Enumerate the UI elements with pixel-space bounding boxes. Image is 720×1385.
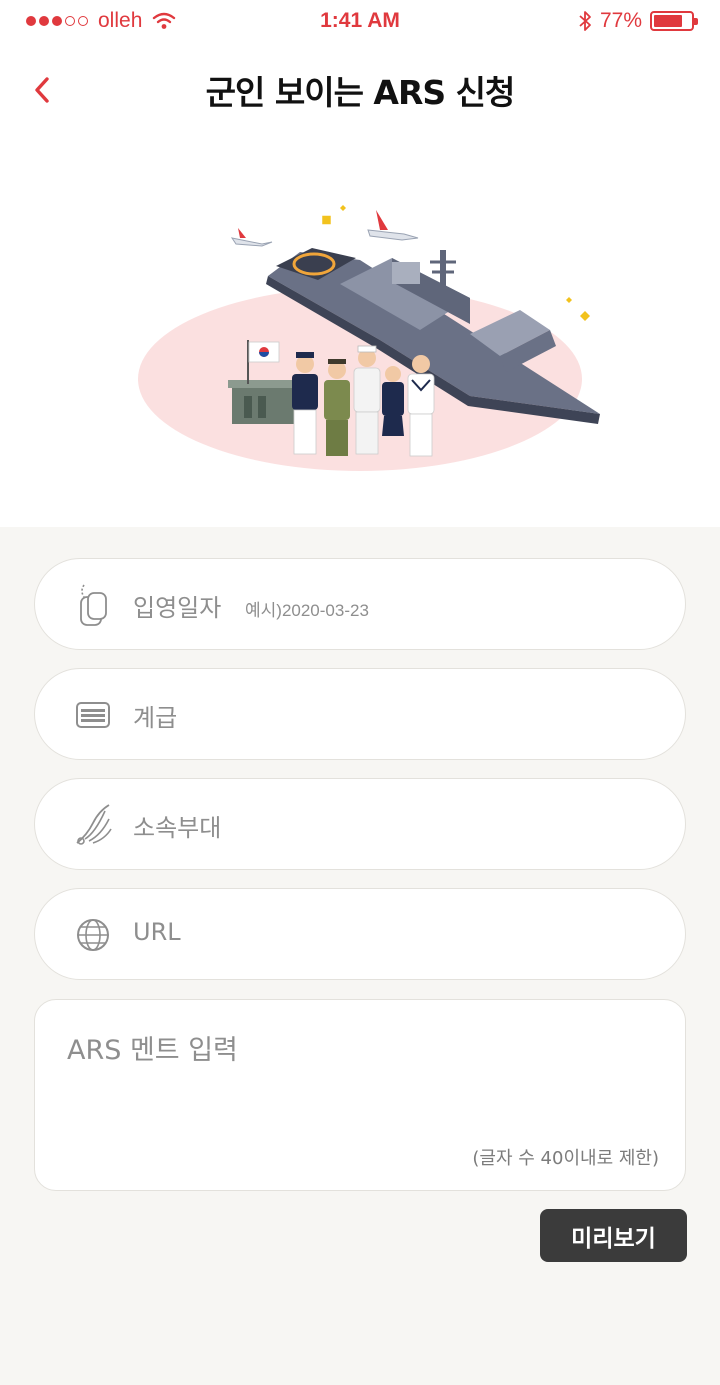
bluetooth-icon [578,10,592,32]
wing-icon [71,801,115,849]
enlist-date-field[interactable]: 입영일자 예시)2020-03-23 [34,558,686,650]
url-field[interactable]: URL [34,888,686,980]
fighter-jet-icon [230,228,273,247]
globe-icon [71,911,115,959]
preview-button[interactable]: 미리보기 [540,1209,687,1262]
unit-label: 소속부대 [133,814,222,842]
status-bar: olleh 1:41 AM 77% [0,0,720,44]
battery-icon [650,11,698,31]
status-right: 77% [578,9,698,33]
rank-label: 계급 [133,704,178,732]
enlist-date-hint: 예시)2020-03-23 [245,601,369,620]
rank-icon [71,691,115,739]
app-header: 군인 보이는 ARS 신청 [0,44,720,134]
unit-field[interactable]: 소속부대 [34,778,686,870]
hero-illustration [0,134,720,527]
ars-message-textarea[interactable]: ARS 멘트 입력 (글자 수 40이내로 제한) [34,999,686,1191]
application-form: 입영일자 예시)2020-03-23 계급 소속부대 URL ARS 멘트 입력… [0,527,720,1385]
page-title: 군인 보이는 ARS 신청 [205,73,516,112]
dog-tag-icon [71,581,115,629]
enlist-date-label: 입영일자 [133,594,222,622]
ars-message-placeholder: ARS 멘트 입력 [67,1035,238,1066]
url-label: URL [133,918,181,946]
military-ship-illustration [138,205,600,471]
battery-percent: 77% [599,9,642,32]
fighter-jet-icon [367,210,419,241]
ars-char-limit-note: (글자 수 40이내로 제한) [472,1148,659,1169]
rank-field[interactable]: 계급 [34,668,686,760]
